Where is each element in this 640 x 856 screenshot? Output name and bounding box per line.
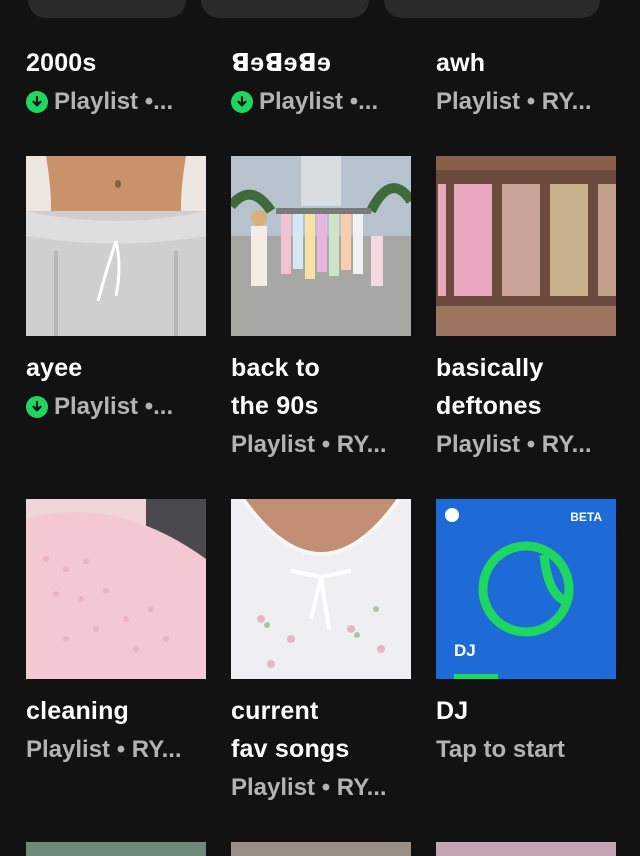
playlist-subtitle: Playlist • RY... xyxy=(26,730,206,770)
playlist-subtitle-text: Playlist • RY... xyxy=(26,736,182,763)
playlist-subtitle-text: Playlist •... xyxy=(54,88,174,115)
dj-subtitle-text: Tap to start xyxy=(436,736,565,763)
playlist-subtitle-text: Playlist • RY... xyxy=(436,88,592,115)
playlist-title: ayee xyxy=(26,354,83,382)
playlist-subtitle: Playlist • RY... xyxy=(231,425,411,465)
beta-badge: BETA xyxy=(564,507,608,527)
spotify-logo-icon xyxy=(445,508,459,522)
playlist-cover-cleaning[interactable] xyxy=(26,499,206,679)
playlist-cover-partial[interactable] xyxy=(231,842,411,856)
playlist-subtitle-text: Playlist • RY... xyxy=(231,431,387,458)
playlist-card-back-to-the-90s[interactable]: back to the 90s Playlist • RY... xyxy=(231,349,411,465)
playlist-card-basically-deftones[interactable]: basically deftones Playlist • RY... xyxy=(436,349,616,465)
dj-subtitle: Tap to start xyxy=(436,730,616,770)
playlist-title-line-1: basically xyxy=(436,354,544,382)
playlist-card-2000s[interactable]: 2000s Playlist •... xyxy=(26,44,206,122)
playlist-card-current-fav-songs[interactable]: current fav songs Playlist • RY... xyxy=(231,692,411,808)
playlist-title-line-1: back to xyxy=(231,354,320,382)
playlist-subtitle: Playlist • RY... xyxy=(231,768,411,808)
playlist-subtitle-text: Playlist •... xyxy=(54,393,174,420)
playlist-card-ayee[interactable]: ayee Playlist •... xyxy=(26,349,206,427)
playlist-card-awh[interactable]: awh Playlist • RY... xyxy=(436,44,616,122)
playlist-title-line-2: fav songs xyxy=(231,735,350,763)
playlist-subtitle: Playlist •... xyxy=(26,387,206,427)
library-grid: 2000s Playlist •... ꓭɘꓭɘꓭɘ Playlist •...… xyxy=(0,0,640,856)
playlist-title: cleaning xyxy=(26,697,130,725)
playlist-cover-back-to-the-90s[interactable] xyxy=(231,156,411,336)
playlist-subtitle-text: Playlist •... xyxy=(259,88,379,115)
playlist-cover-ayee[interactable] xyxy=(26,156,206,336)
dj-cover-label: DJ xyxy=(454,641,476,660)
playlist-subtitle: Playlist •... xyxy=(26,82,206,122)
download-arrow-icon xyxy=(26,91,48,113)
playlist-subtitle: Playlist •... xyxy=(231,82,411,122)
dj-progress-bar xyxy=(454,674,498,679)
playlist-subtitle: Playlist • RY... xyxy=(436,425,616,465)
playlist-title-line-1: current xyxy=(231,697,319,725)
download-arrow-icon xyxy=(231,91,253,113)
playlist-card-mirror[interactable]: ꓭɘꓭɘꓭɘ Playlist •... xyxy=(231,44,411,122)
dj-cover[interactable]: BETA DJ xyxy=(436,499,616,679)
playlist-title-line-2: the 90s xyxy=(231,392,319,420)
playlist-subtitle-text: Playlist • RY... xyxy=(436,431,592,458)
playlist-title: 2000s xyxy=(26,49,97,77)
playlist-title: awh xyxy=(436,49,486,77)
playlist-cover-partial[interactable] xyxy=(436,842,616,856)
dj-title: DJ xyxy=(436,697,469,725)
playlist-cover-current-fav-songs[interactable] xyxy=(231,499,411,679)
playlist-title: ꓭɘꓭɘꓭɘ xyxy=(231,49,332,77)
playlist-subtitle: Playlist • RY... xyxy=(436,82,616,122)
playlist-card-cleaning[interactable]: cleaning Playlist • RY... xyxy=(26,692,206,770)
playlist-subtitle-text: Playlist • RY... xyxy=(231,774,387,801)
dj-card[interactable]: DJ Tap to start xyxy=(436,692,616,770)
playlist-cover-partial[interactable] xyxy=(26,842,206,856)
playlist-cover-basically-deftones[interactable] xyxy=(436,156,616,336)
download-arrow-icon xyxy=(26,396,48,418)
playlist-title-line-2: deftones xyxy=(436,392,542,420)
